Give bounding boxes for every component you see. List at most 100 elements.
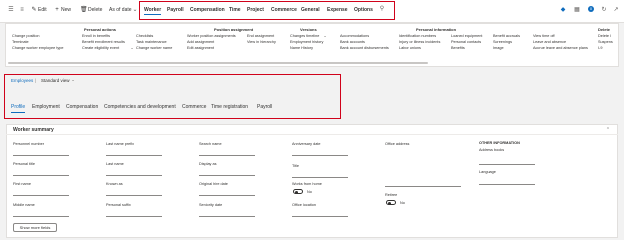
- first-name-label: First name: [13, 182, 31, 186]
- last-name-field[interactable]: [106, 175, 162, 176]
- ribbon-item[interactable]: Image: [493, 46, 504, 50]
- language-label: Language: [479, 170, 496, 174]
- delete-button[interactable]: Delete: [88, 7, 102, 13]
- view-selector[interactable]: Standard view: [41, 78, 70, 83]
- ribbon-item[interactable]: Benefit accruals: [493, 34, 520, 38]
- ribbon-item[interactable]: Checklists: [136, 34, 153, 38]
- ribbon-group-header: Versions: [300, 27, 317, 32]
- retiree-value: No: [400, 200, 405, 205]
- seniority-date-label: Seniority date: [199, 203, 223, 207]
- ribbon-item[interactable]: Enroll in benefits: [82, 34, 110, 38]
- ribbon-item[interactable]: Name History: [290, 46, 313, 50]
- known-as-field[interactable]: [106, 195, 162, 196]
- office-location-field[interactable]: [292, 216, 348, 217]
- ribbon-item[interactable]: Benefits: [451, 46, 465, 50]
- ribbon-item[interactable]: Accrue leave and absence plans: [533, 46, 588, 50]
- tab-options[interactable]: Options: [354, 7, 373, 13]
- first-name-field[interactable]: [13, 195, 69, 196]
- personal-suffix-field[interactable]: [106, 216, 162, 217]
- ribbon-item[interactable]: Terminate: [12, 40, 29, 44]
- language-field[interactable]: [479, 184, 535, 185]
- address-books-field[interactable]: [479, 164, 535, 165]
- anniversary-date-field[interactable]: [292, 155, 348, 156]
- tab-profile[interactable]: Profile: [11, 104, 26, 113]
- ribbon-item[interactable]: Employment history: [290, 40, 323, 44]
- filter-icon[interactable]: ☰: [8, 7, 14, 13]
- tab-compensation-page[interactable]: Compensation: [66, 104, 98, 110]
- ribbon-item[interactable]: Bank account disbursements: [340, 46, 389, 50]
- ribbon-item[interactable]: Change position: [12, 34, 39, 38]
- ribbon-item[interactable]: View in hierarchy: [247, 40, 276, 44]
- ribbon-item[interactable]: Personal contacts: [451, 40, 481, 44]
- ribbon-item[interactable]: Loaned equipment: [451, 34, 482, 38]
- ribbon-item[interactable]: Leave and absence: [533, 40, 566, 44]
- chevron-down-icon: ⌄: [130, 45, 134, 50]
- ribbon-item[interactable]: Identification numbers: [399, 34, 436, 38]
- ribbon-item[interactable]: I-9: [598, 46, 602, 50]
- tab-payroll-page[interactable]: Payroll: [257, 104, 272, 110]
- seniority-date-field[interactable]: [199, 216, 255, 217]
- tab-time[interactable]: Time: [229, 7, 241, 13]
- ribbon-item[interactable]: View time off: [533, 34, 555, 38]
- tab-payroll[interactable]: Payroll: [167, 7, 184, 13]
- ribbon-item[interactable]: Change worker name: [136, 46, 172, 50]
- works-from-home-value: No: [307, 189, 312, 194]
- tab-worker[interactable]: Worker: [144, 7, 162, 15]
- tab-time-registration[interactable]: Time registration: [211, 104, 248, 110]
- title-field[interactable]: [292, 177, 348, 178]
- ribbon-item[interactable]: Screenings: [493, 40, 512, 44]
- grid-icon[interactable]: ▦: [574, 7, 580, 13]
- ribbon-item[interactable]: Worker position assignments: [187, 34, 236, 38]
- original-hire-date-field[interactable]: [199, 195, 255, 196]
- open-in-new-icon[interactable]: ↗: [613, 7, 619, 13]
- edit-icon: ✎: [31, 7, 37, 13]
- action-bar: ☰ ≡ ✎ Edit + New 🗑 Delete As of date ⌄ W…: [0, 0, 624, 23]
- personal-title-field[interactable]: [13, 175, 69, 176]
- tab-employment[interactable]: Employment: [32, 104, 60, 110]
- tab-commerce[interactable]: Commerce: [271, 7, 297, 13]
- search-icon[interactable]: ⚲: [379, 6, 385, 12]
- ribbon-item[interactable]: Change worker employee type: [12, 46, 64, 50]
- refresh-icon[interactable]: ↻: [601, 7, 607, 13]
- last-name-prefix-field[interactable]: [106, 155, 162, 156]
- new-button[interactable]: New: [61, 7, 71, 13]
- display-as-field[interactable]: [199, 175, 255, 176]
- ribbon-item[interactable]: Edit assignment: [187, 46, 214, 50]
- menu-icon[interactable]: ≡: [19, 7, 25, 13]
- search-name-field[interactable]: [199, 155, 255, 156]
- as-of-date-button[interactable]: As of date: [109, 7, 132, 13]
- tab-general[interactable]: General: [301, 7, 320, 13]
- chevron-down-icon: ⌄: [132, 7, 138, 13]
- ribbon-item[interactable]: Task maintenance: [136, 40, 167, 44]
- ribbon-item[interactable]: End assignment: [247, 34, 274, 38]
- personnel-number-field[interactable]: [13, 155, 69, 156]
- ribbon-scrollbar[interactable]: [8, 62, 428, 64]
- diamond-icon[interactable]: ◆: [560, 7, 566, 13]
- tab-expense[interactable]: Expense: [327, 7, 348, 13]
- tab-competencies[interactable]: Competencies and development: [104, 104, 176, 110]
- ribbon-item[interactable]: Add assignment: [187, 40, 214, 44]
- tab-commerce-page[interactable]: Commerce: [182, 104, 206, 110]
- search-name-label: Search name: [199, 142, 222, 146]
- chevron-down-icon: ⌄: [71, 77, 75, 82]
- tab-project[interactable]: Project: [247, 7, 264, 13]
- retiree-toggle[interactable]: [386, 200, 396, 205]
- ribbon-item[interactable]: Accommodations: [340, 34, 369, 38]
- works-from-home-toggle[interactable]: [293, 189, 303, 194]
- edit-button[interactable]: Edit: [38, 7, 47, 13]
- ribbon-item[interactable]: Suspens: [598, 40, 613, 44]
- ribbon-item[interactable]: Delete l: [598, 34, 611, 38]
- middle-name-field[interactable]: [13, 216, 69, 217]
- tab-compensation[interactable]: Compensation: [190, 7, 225, 13]
- ribbon-item[interactable]: Injury or illness incidents: [399, 40, 440, 44]
- ribbon-item[interactable]: Bank accounts: [340, 40, 365, 44]
- ribbon-item[interactable]: Labor unions: [399, 46, 421, 50]
- office-address-field[interactable]: [385, 186, 461, 187]
- ribbon-item[interactable]: Benefit enrollment results: [82, 40, 125, 44]
- chevron-up-icon[interactable]: ⌃: [605, 127, 611, 133]
- ribbon-item[interactable]: Changes timeline: [290, 34, 319, 38]
- ribbon-item[interactable]: Create eligibility event: [82, 46, 119, 50]
- breadcrumb-module[interactable]: Employees: [11, 78, 33, 83]
- notification-icon[interactable]: 0: [588, 6, 594, 12]
- show-more-fields-button[interactable]: Show more fields: [13, 223, 57, 232]
